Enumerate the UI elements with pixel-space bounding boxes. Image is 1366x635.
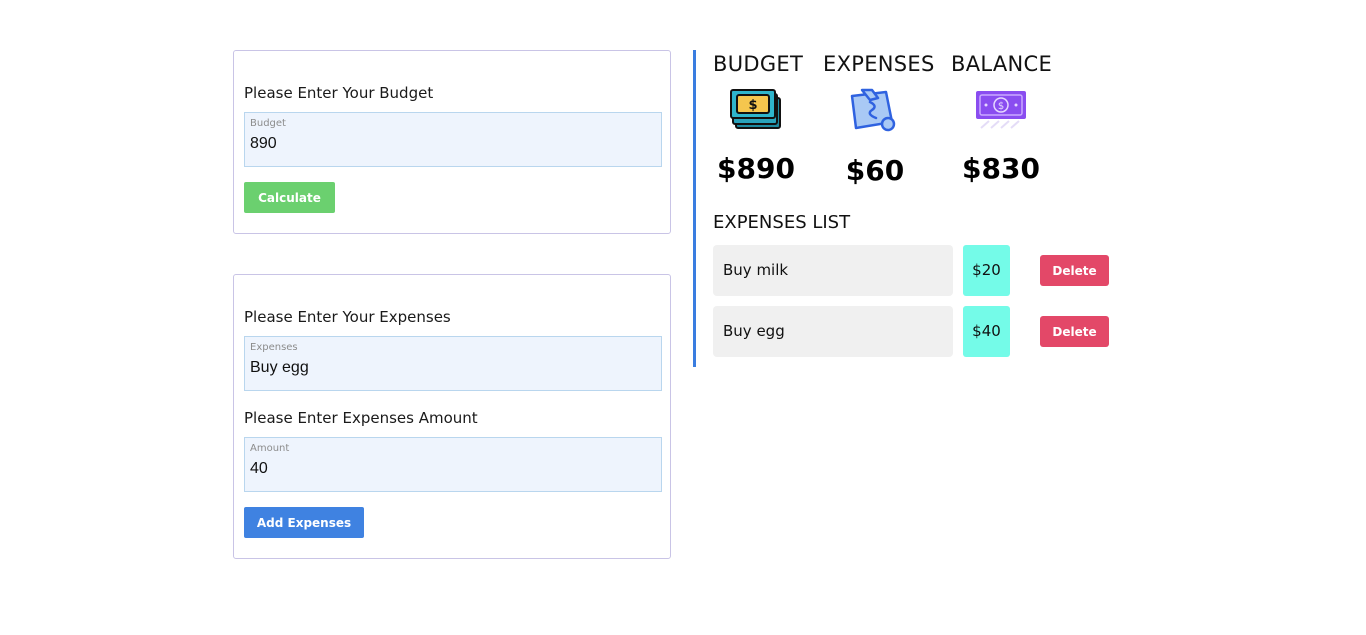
expense-item-amount: $20 xyxy=(963,245,1010,296)
amount-field-label: Amount xyxy=(250,443,290,454)
expense-form-card: Please Enter Your Expenses Expenses Plea… xyxy=(233,274,671,559)
amount-input[interactable] xyxy=(250,460,650,478)
dollar-bill-icon: $ xyxy=(976,91,1026,129)
budget-summary: BUDGET $ $890 xyxy=(713,52,804,185)
expense-item-name: Buy milk xyxy=(713,245,953,296)
expenses-list-title: EXPENSES LIST xyxy=(713,212,851,233)
panel-divider xyxy=(693,50,696,367)
amount-field[interactable]: Amount xyxy=(244,437,662,492)
budget-form-card: Please Enter Your Budget Budget Calculat… xyxy=(233,50,671,234)
budget-form-title: Please Enter Your Budget xyxy=(244,84,434,102)
expense-item-name: Buy egg xyxy=(713,306,953,357)
budget-input[interactable] xyxy=(250,135,650,153)
svg-text:$: $ xyxy=(998,101,1004,112)
balance-summary: BALANCE $ $830 xyxy=(951,52,1053,185)
budget-field-label: Budget xyxy=(250,118,286,129)
balance-value: $830 xyxy=(962,152,1040,185)
calculate-button[interactable]: Calculate xyxy=(244,182,335,213)
delete-button[interactable]: Delete xyxy=(1040,255,1109,286)
balance-heading: BALANCE xyxy=(951,52,1053,76)
add-expenses-button[interactable]: Add Expenses xyxy=(244,507,364,538)
budget-heading: BUDGET xyxy=(713,52,804,76)
expense-field[interactable]: Expenses xyxy=(244,336,662,391)
expense-form-title: Please Enter Your Expenses xyxy=(244,308,451,326)
delete-button[interactable]: Delete xyxy=(1040,316,1109,347)
expense-input[interactable] xyxy=(250,359,650,377)
expense-field-label: Expenses xyxy=(250,342,298,353)
expenses-heading: EXPENSES xyxy=(823,52,935,76)
expenses-summary: EXPENSES $60 xyxy=(823,52,935,187)
amount-form-title: Please Enter Expenses Amount xyxy=(244,409,478,427)
expenses-value: $60 xyxy=(845,154,905,187)
list-item: Buy milk $20 Delete xyxy=(713,245,1113,296)
budget-field[interactable]: Budget xyxy=(244,112,662,167)
money-stack-icon: $ xyxy=(730,89,781,129)
svg-text:$: $ xyxy=(748,98,757,113)
credit-card-hand-icon xyxy=(850,88,896,132)
budget-app: Please Enter Your Budget Budget Calculat… xyxy=(0,0,1366,635)
budget-value: $890 xyxy=(717,152,795,185)
list-item: Buy egg $40 Delete xyxy=(713,306,1113,357)
expense-item-amount: $40 xyxy=(963,306,1010,357)
